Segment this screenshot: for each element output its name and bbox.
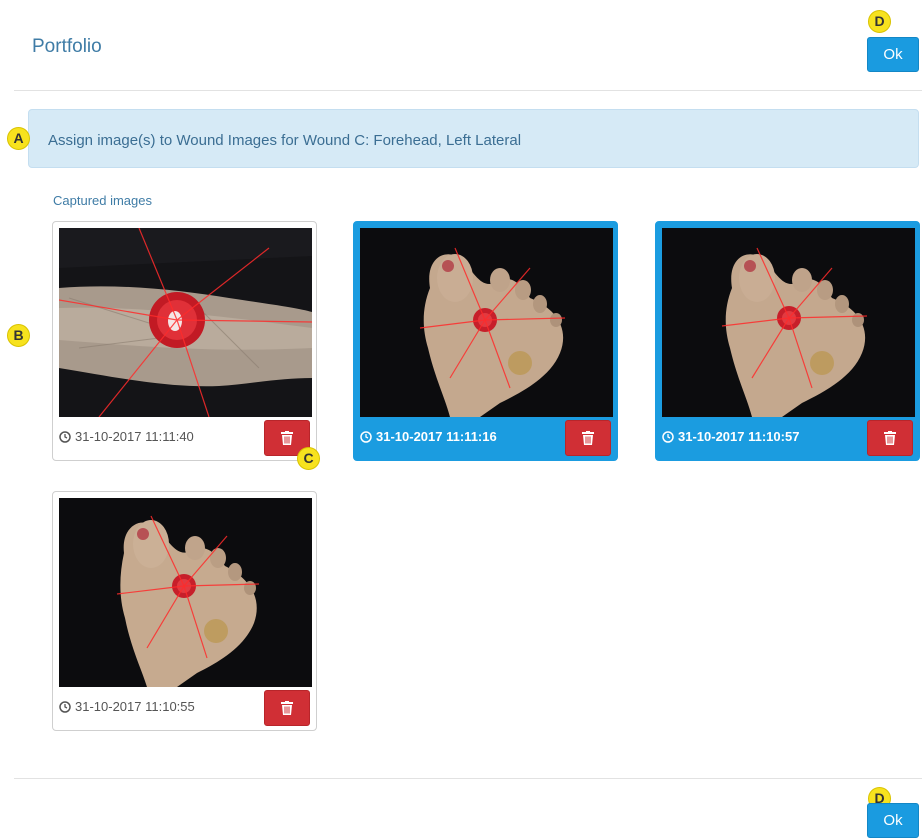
image-timestamp: 31-10-2017 11:11:16	[360, 429, 497, 444]
image-card-selected[interactable]: 31-10-2017 11:11:16	[353, 221, 618, 461]
trash-icon	[281, 701, 293, 715]
delete-image-button[interactable]	[264, 690, 310, 726]
timestamp-text: 31-10-2017 11:10:57	[678, 429, 800, 444]
annotation-marker-a: A	[7, 127, 30, 150]
captured-image[interactable]	[360, 228, 613, 417]
clock-icon	[662, 430, 674, 443]
timestamp-text: 31-10-2017 11:11:16	[376, 429, 497, 444]
trash-icon	[582, 431, 594, 445]
image-card[interactable]: 31-10-2017 11:10:55	[52, 491, 317, 731]
captured-image[interactable]	[662, 228, 915, 417]
clock-icon	[59, 430, 71, 443]
footer-divider	[14, 778, 922, 779]
clock-icon	[360, 430, 372, 443]
image-timestamp: 31-10-2017 11:11:40	[59, 429, 194, 444]
image-card-selected[interactable]: 31-10-2017 11:10:57	[655, 221, 920, 461]
ok-button-bottom[interactable]: Ok	[867, 803, 919, 838]
captured-image[interactable]	[59, 498, 312, 687]
page-title: Portfolio	[32, 36, 102, 57]
ok-button-top[interactable]: Ok	[867, 37, 919, 72]
clock-icon	[59, 700, 71, 713]
modal-header: Portfolio Ok D	[0, 0, 922, 90]
image-timestamp: 31-10-2017 11:10:57	[662, 429, 799, 444]
annotation-marker-d: D	[868, 10, 891, 33]
annotation-marker-b: B	[7, 324, 30, 347]
captured-image[interactable]	[59, 228, 312, 417]
header-divider	[14, 90, 922, 91]
timestamp-text: 31-10-2017 11:10:55	[75, 699, 195, 714]
delete-image-button[interactable]	[565, 420, 611, 456]
delete-image-button[interactable]	[867, 420, 913, 456]
trash-icon	[281, 431, 293, 445]
trash-icon	[884, 431, 896, 445]
alert-text: Assign image(s) to Wound Images for Woun…	[48, 132, 522, 149]
timestamp-text: 31-10-2017 11:11:40	[75, 429, 194, 444]
annotation-marker-c: C	[297, 447, 320, 470]
captured-images-label: Captured images	[53, 193, 152, 208]
image-card[interactable]: 31-10-2017 11:11:40	[52, 221, 317, 461]
assign-info-alert: Assign image(s) to Wound Images for Woun…	[28, 109, 919, 168]
image-timestamp: 31-10-2017 11:10:55	[59, 699, 195, 714]
